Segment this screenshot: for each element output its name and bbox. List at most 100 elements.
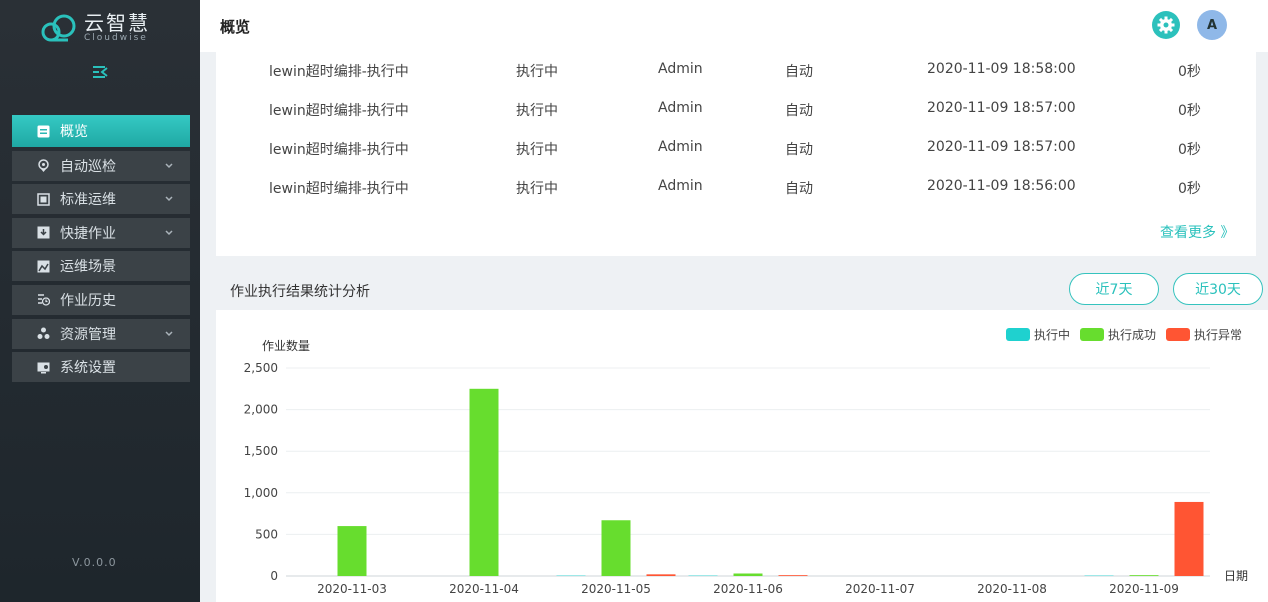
sidebar-item-label: 快捷作业 <box>60 225 116 242</box>
table-row[interactable]: lewin超时编排-执行中 执行中 Admin 自动 2020-11-09 18… <box>216 169 1256 207</box>
page-title: 概览 <box>220 18 251 36</box>
x-tick-label: 2020-11-05 <box>581 582 651 596</box>
sidebar-item-history[interactable]: 作业历史 <box>12 284 190 315</box>
job-time: 2020-11-09 18:57:00 <box>927 100 1076 116</box>
chevron-down-icon <box>164 159 174 169</box>
job-name: lewin超时编排-执行中 <box>269 181 409 197</box>
y-tick-label: 500 <box>255 527 278 541</box>
x-tick-label: 2020-11-09 <box>1109 582 1179 596</box>
y-tick-label: 1,500 <box>244 444 278 458</box>
last-30-days-button[interactable]: 近30天 <box>1173 273 1263 305</box>
scene-icon <box>36 259 50 273</box>
y-tick-label: 1,000 <box>244 486 278 500</box>
job-mode: 自动 <box>785 64 813 80</box>
job-duration: 0秒 <box>1178 142 1201 158</box>
x-tick-label: 2020-11-08 <box>977 582 1047 596</box>
job-name: lewin超时编排-执行中 <box>269 103 409 119</box>
legend-swatch <box>1079 328 1104 341</box>
legend-swatch <box>1005 328 1030 341</box>
chart-bar <box>778 575 808 576</box>
table-row[interactable]: lewin超时编排-执行中 执行中 Admin 自动 2020-11-09 18… <box>216 130 1256 168</box>
see-more-link[interactable]: 查看更多 》 <box>1160 222 1234 242</box>
collapse-menu-icon[interactable] <box>92 64 110 80</box>
recent-jobs-table: lewin超时编排-执行中 执行中 Admin 自动 2020-11-09 18… <box>216 52 1256 256</box>
chevron-down-icon <box>164 327 174 337</box>
chart-bar <box>1174 501 1204 576</box>
job-status: 执行中 <box>516 64 558 80</box>
job-user: Admin <box>658 139 703 155</box>
sidebar-item-resource[interactable]: 资源管理 <box>12 318 190 349</box>
job-duration: 0秒 <box>1178 64 1201 80</box>
chart-legend: 执行中 执行成功 执行异常 <box>996 326 1242 343</box>
legend-label: 执行成功 <box>1107 328 1156 342</box>
settings-icon <box>36 360 50 374</box>
job-time: 2020-11-09 18:57:00 <box>927 139 1076 155</box>
job-time: 2020-11-09 18:56:00 <box>927 178 1076 194</box>
job-stats-chart: 执行中 执行成功 执行异常 0 500 1,000 1,500 2,000 2,500 20… <box>216 310 1268 602</box>
sidebar-nav: 概览 自动巡检 标准运维 快捷作业 运维场景 作业历史 资源管理 系统设置 <box>12 115 190 386</box>
legend-item-error[interactable]: 执行异常 <box>1165 326 1242 343</box>
job-duration: 0秒 <box>1178 103 1201 119</box>
sidebar-item-overview[interactable]: 概览 <box>12 115 190 147</box>
gear-icon[interactable] <box>1152 11 1180 39</box>
table-row[interactable]: lewin超时编排-执行中 执行中 Admin 自动 2020-11-09 18… <box>216 91 1256 129</box>
job-status: 执行中 <box>516 181 558 197</box>
sidebar-item-label: 资源管理 <box>60 326 116 343</box>
history-icon <box>36 293 50 307</box>
last-7-days-button[interactable]: 近7天 <box>1069 273 1159 305</box>
legend-label: 执行异常 <box>1193 328 1242 342</box>
quick-job-icon <box>36 226 50 240</box>
section-title: 作业执行结果统计分析 <box>230 284 370 300</box>
chart-bar <box>469 388 499 576</box>
sidebar-item-standard-ops[interactable]: 标准运维 <box>12 184 190 215</box>
logo-subtext: Cloudwise <box>84 33 148 43</box>
sidebar-item-label: 作业历史 <box>60 292 116 309</box>
version-text: V.0.0.0 <box>72 556 117 569</box>
legend-label: 执行中 <box>1033 328 1070 342</box>
bar-chart: 0 500 1,000 1,500 2,000 2,500 2020-11-03 2020-1… <box>244 338 1248 596</box>
job-name: lewin超时编排-执行中 <box>269 64 409 80</box>
job-status: 执行中 <box>516 103 558 119</box>
standard-ops-icon <box>36 192 50 206</box>
job-user: Admin <box>658 100 703 116</box>
sidebar-item-quick-job[interactable]: 快捷作业 <box>12 217 190 248</box>
logo: 云智慧 Cloudwise <box>40 10 150 46</box>
job-status: 执行中 <box>516 142 558 158</box>
legend-item-running[interactable]: 执行中 <box>1005 326 1070 343</box>
chevron-down-icon <box>164 226 174 236</box>
chart-bar <box>337 526 367 576</box>
resource-icon <box>36 327 50 341</box>
job-user: Admin <box>658 61 703 77</box>
x-tick-label: 2020-11-03 <box>317 582 387 596</box>
x-tick-label: 2020-11-04 <box>449 582 519 596</box>
job-mode: 自动 <box>785 142 813 158</box>
x-tick-label: 2020-11-06 <box>713 582 783 596</box>
job-mode: 自动 <box>785 181 813 197</box>
legend-swatch <box>1165 328 1190 341</box>
legend-item-success[interactable]: 执行成功 <box>1079 326 1156 343</box>
x-tick-label: 2020-11-07 <box>845 582 915 596</box>
y-tick-label: 2,500 <box>244 361 278 375</box>
sidebar-item-inspection[interactable]: 自动巡检 <box>12 150 190 181</box>
top-header: 概览 A <box>200 0 1268 52</box>
chevron-down-icon <box>164 192 174 202</box>
sidebar-item-label: 运维场景 <box>60 259 116 276</box>
y-tick-label: 2,000 <box>244 403 278 417</box>
sidebar-item-settings[interactable]: 系统设置 <box>12 352 190 383</box>
sidebar: 云智慧 Cloudwise 概览 自动巡检 标准运维 快捷作业 运维场景 作业历… <box>0 0 200 602</box>
avatar[interactable]: A <box>1197 10 1227 40</box>
y-axis-label: 作业数量 <box>262 338 310 353</box>
overview-icon <box>36 124 50 138</box>
chart-bar <box>1129 575 1159 576</box>
x-axis-label: 日期 <box>1224 569 1248 583</box>
chart-bar <box>733 573 763 576</box>
job-time: 2020-11-09 18:58:00 <box>927 61 1076 77</box>
job-duration: 0秒 <box>1178 181 1201 197</box>
sidebar-item-scene[interactable]: 运维场景 <box>12 251 190 282</box>
job-mode: 自动 <box>785 103 813 119</box>
table-row[interactable]: lewin超时编排-执行中 执行中 Admin 自动 2020-11-09 18… <box>216 52 1256 90</box>
sidebar-item-label: 概览 <box>60 124 88 140</box>
sidebar-item-label: 标准运维 <box>60 192 116 209</box>
cloud-logo-icon <box>40 13 78 43</box>
sidebar-item-label: 自动巡检 <box>60 158 116 175</box>
